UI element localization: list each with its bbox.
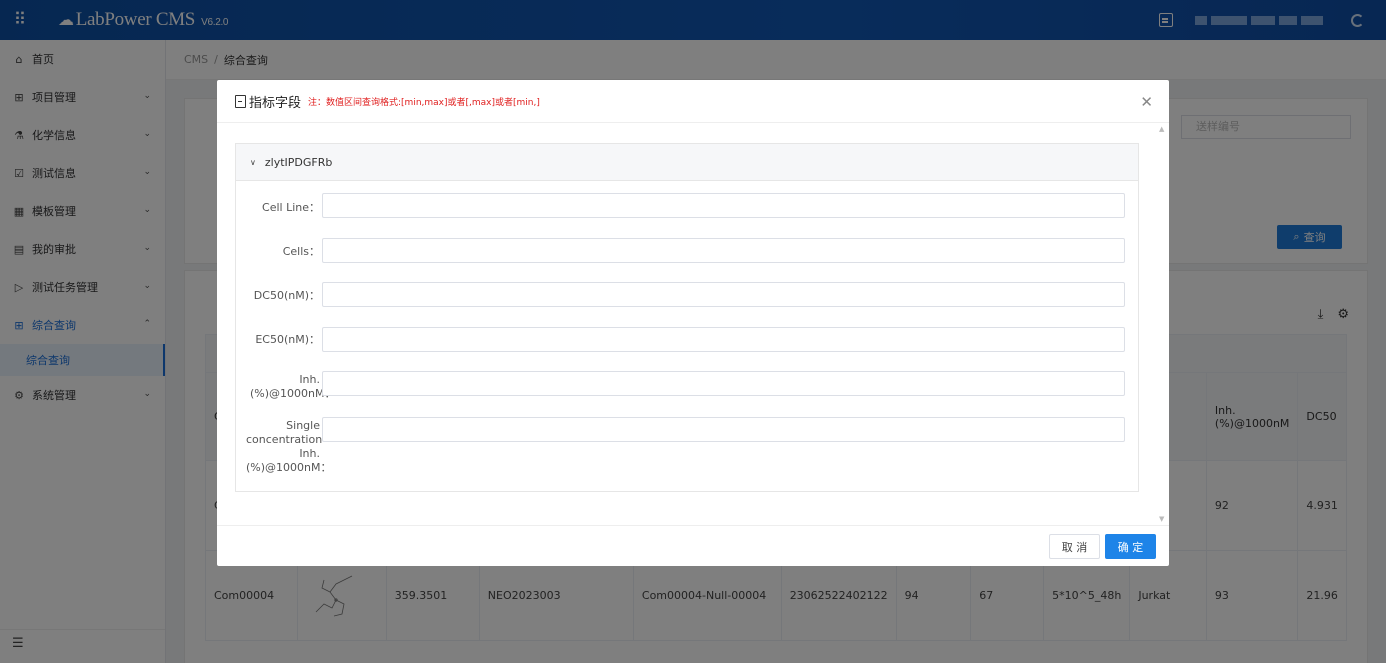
field-input[interactable] xyxy=(322,193,1125,218)
indicator-fields-dialog: 指标字段 注：数值区间查询格式:[min,max]或者[,max]或者[min,… xyxy=(217,80,1169,566)
field-label-colon: ： xyxy=(309,201,320,214)
field-group: ∨ zlytIPDGFRb Cell Line： Cells： DC50(nM)： E… xyxy=(235,143,1139,492)
field-label-text: EC50(nM) xyxy=(255,333,309,346)
field-group-header[interactable]: ∨ zlytIPDGFRb xyxy=(236,144,1138,181)
file-icon xyxy=(235,94,246,108)
field-label: Cell Line： xyxy=(230,201,320,215)
field-label-text: Single concentration Inh. (%)@1000nM xyxy=(246,419,323,474)
scroll-down-icon[interactable]: ▼ xyxy=(1159,515,1164,523)
close-icon[interactable]: ✕ xyxy=(1140,93,1153,111)
field-input[interactable] xyxy=(322,282,1125,307)
range-query-note: 注：数值区间查询格式:[min,max]或者[,max]或者[min,] xyxy=(308,97,540,108)
confirm-button[interactable]: 确 定 xyxy=(1105,534,1156,559)
field-label-text: Cells xyxy=(282,245,309,258)
field-label-text: DC50(nM) xyxy=(253,289,309,302)
field-label-text: Cell Line xyxy=(262,201,309,214)
dialog-title: 指标字段 xyxy=(235,92,301,111)
cancel-button[interactable]: 取 消 xyxy=(1049,534,1100,559)
dialog-body: ∨ zlytIPDGFRb Cell Line： Cells： DC50(nM)： E… xyxy=(217,123,1169,525)
dialog-title-text: 指标字段 xyxy=(249,95,302,111)
field-label-text: Inh. (%)@1000nM xyxy=(250,373,325,400)
field-input[interactable] xyxy=(322,238,1125,263)
field-group-title: zlytIPDGFRb xyxy=(264,155,333,169)
field-input[interactable] xyxy=(322,371,1125,396)
dialog-scrollbar[interactable]: ▲ ▼ xyxy=(1159,123,1167,525)
field-label: Inh. (%)@1000nM： xyxy=(250,373,336,401)
field-input[interactable] xyxy=(322,417,1125,442)
field-label: EC50(nM)： xyxy=(230,333,320,347)
field-label-colon: ： xyxy=(309,245,320,258)
field-label-colon: ： xyxy=(320,461,332,474)
field-label-colon: ： xyxy=(309,289,320,302)
dialog-footer: 取 消 确 定 xyxy=(217,525,1169,566)
field-label: DC50(nM)： xyxy=(230,289,320,303)
chevron-down-icon: ∨ xyxy=(250,157,256,167)
scroll-up-icon[interactable]: ▲ xyxy=(1159,125,1164,133)
field-label: Cells： xyxy=(230,245,320,259)
field-label-colon: ： xyxy=(309,333,320,346)
field-label: Single concentration Inh. (%)@1000nM： xyxy=(246,419,332,475)
dialog-header: 指标字段 注：数值区间查询格式:[min,max]或者[,max]或者[min,… xyxy=(217,80,1169,123)
field-input[interactable] xyxy=(322,327,1125,352)
